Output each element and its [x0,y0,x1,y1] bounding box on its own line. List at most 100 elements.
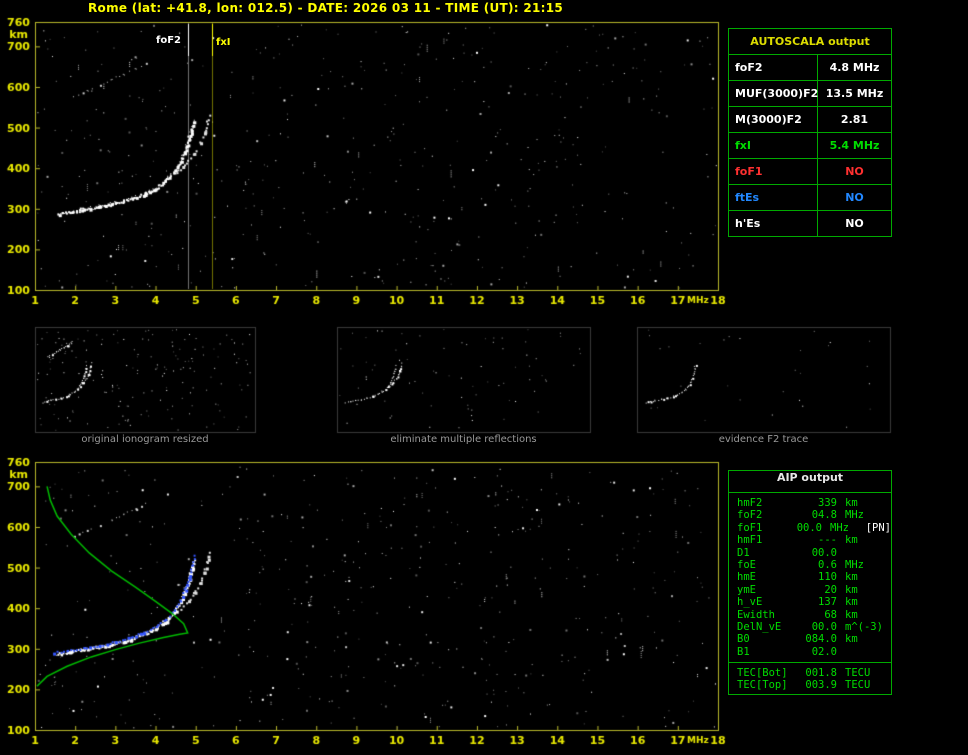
aip-row-7: ymE20km [729,584,891,596]
aip-row-unit: TECU [837,679,887,691]
aip-output-table: AIP output hmF2339km foF204.8MHz foF100.… [728,470,892,695]
aip-row-label: DelN_vE [729,621,797,633]
aip-row-value: 00.0 [797,547,837,559]
aip-row-value: 0.6 [797,559,837,571]
aip-row-extra [887,534,891,546]
autoscala-screen: Rome (lat: +41.8, lon: 012.5) - DATE: 20… [0,0,968,755]
autoscala-row-4: foF1 NO [729,159,891,185]
aip-row-0: hmF2339km [729,497,891,509]
aip-row-9: Ewidth68km [729,609,891,621]
autoscala-row-label: MUF(3000)F2 [729,81,818,106]
aip-row-extra [887,633,891,645]
aip-row-label: foF1 [729,522,788,534]
aip-row-label: foF2 [729,509,797,521]
aip-row-extra [887,646,891,658]
aip-row-label: D1 [729,547,797,559]
aip-row-5: foE0.6MHz [729,559,891,571]
autoscala-row-value: NO [818,159,891,184]
autoscala-row-value: NO [818,211,891,236]
aip-row-label: TEC[Top] [729,679,797,691]
aip-row-value: 001.8 [797,667,837,679]
aip-row-extra: [PN] [866,522,891,534]
aip-row-value: 110 [797,571,837,583]
aip-row-value: 68 [797,609,837,621]
aip-tec-row-0: TEC[Bot]001.8TECU [729,667,891,679]
aip-row-unit: km [837,596,887,608]
aip-row-unit: km [837,633,887,645]
aip-row-extra [887,559,891,571]
fxi-marker-label: fxI [216,37,231,48]
autoscala-row-label: M(3000)F2 [729,107,818,132]
aip-table-body: hmF2339km foF204.8MHz foF100.0MHz[PN] hm… [729,493,891,660]
aip-tec-rows: TEC[Bot]001.8TECU TEC[Top]003.9TECU [729,663,891,694]
aip-row-unit: km [837,534,887,546]
aip-row-unit: MHz [822,522,866,534]
aip-row-label: foE [729,559,797,571]
aip-row-label: hmE [729,571,797,583]
aip-row-10: DelN_vE00.0m^(-3) [729,621,891,633]
aip-row-label: hmF2 [729,497,797,509]
aip-row-unit: km [837,497,887,509]
autoscala-row-5: ftEs NO [729,185,891,211]
aip-row-extra [887,621,891,633]
aip-row-value: 02.0 [797,646,837,658]
aip-row-unit [837,547,887,559]
thumbnail-caption-evidence: evidence F2 trace [637,434,890,445]
autoscala-row-1: MUF(3000)F2 13.5 MHz [729,81,891,107]
autoscala-row-value: NO [818,185,891,210]
aip-row-label: B1 [729,646,797,658]
fof2-marker-label: foF2 [156,35,181,46]
aip-row-value: 137 [797,596,837,608]
aip-row-extra [887,596,891,608]
aip-row-value: 084.0 [797,633,837,645]
thumbnail-caption-original: original ionogram resized [35,434,255,445]
autoscala-row-label: foF1 [729,159,818,184]
aip-row-label: B0 [729,633,797,645]
aip-row-12: B102.0 [729,646,891,658]
aip-row-value: --- [797,534,837,546]
autoscala-row-value: 2.81 [818,107,891,132]
aip-row-value: 339 [797,497,837,509]
autoscala-row-label: foF2 [729,55,818,80]
aip-row-unit: MHz [837,559,887,571]
aip-row-extra [887,497,891,509]
aip-row-value: 00.0 [797,621,837,633]
aip-row-1: foF204.8MHz [729,509,891,521]
aip-row-11: B0084.0km [729,633,891,645]
aip-row-value: 04.8 [797,509,837,521]
aip-row-unit: MHz [837,509,887,521]
aip-row-4: D100.0 [729,547,891,559]
aip-row-unit [837,646,887,658]
aip-table-title: AIP output [729,471,891,493]
aip-row-6: hmE110km [729,571,891,583]
aip-row-extra [887,509,891,521]
aip-tec-row-1: TEC[Top]003.9TECU [729,679,891,691]
autoscala-row-label: fxI [729,133,818,158]
aip-row-8: h_vE137km [729,596,891,608]
aip-row-label: Ewidth [729,609,797,621]
autoscala-row-label: h'Es [729,211,818,236]
aip-row-extra [887,584,891,596]
autoscala-row-value: 13.5 MHz [818,81,891,106]
autoscala-row-2: M(3000)F2 2.81 [729,107,891,133]
aip-row-2: foF100.0MHz[PN] [729,522,891,534]
autoscala-table-title: AUTOSCALA output [729,29,891,55]
aip-row-value: 003.9 [797,679,837,691]
autoscala-row-0: foF2 4.8 MHz [729,55,891,81]
autoscala-row-label: ftEs [729,185,818,210]
thumbnail-caption-eliminate: eliminate multiple reflections [337,434,590,445]
page-title: Rome (lat: +41.8, lon: 012.5) - DATE: 20… [88,1,563,15]
aip-row-unit: TECU [837,667,887,679]
aip-row-unit: m^(-3) [837,621,887,633]
aip-row-extra [887,547,891,559]
autoscala-row-value: 5.4 MHz [818,133,891,158]
aip-row-label: h_vE [729,596,797,608]
aip-row-unit: km [837,571,887,583]
aip-row-extra [887,609,891,621]
autoscala-output-table: AUTOSCALA output foF2 4.8 MHz MUF(3000)F… [728,28,892,237]
aip-row-label: hmF1 [729,534,797,546]
aip-row-value: 20 [797,584,837,596]
aip-row-unit: km [837,584,887,596]
autoscala-row-3: fxI 5.4 MHz [729,133,891,159]
aip-row-value: 00.0 [788,522,822,534]
